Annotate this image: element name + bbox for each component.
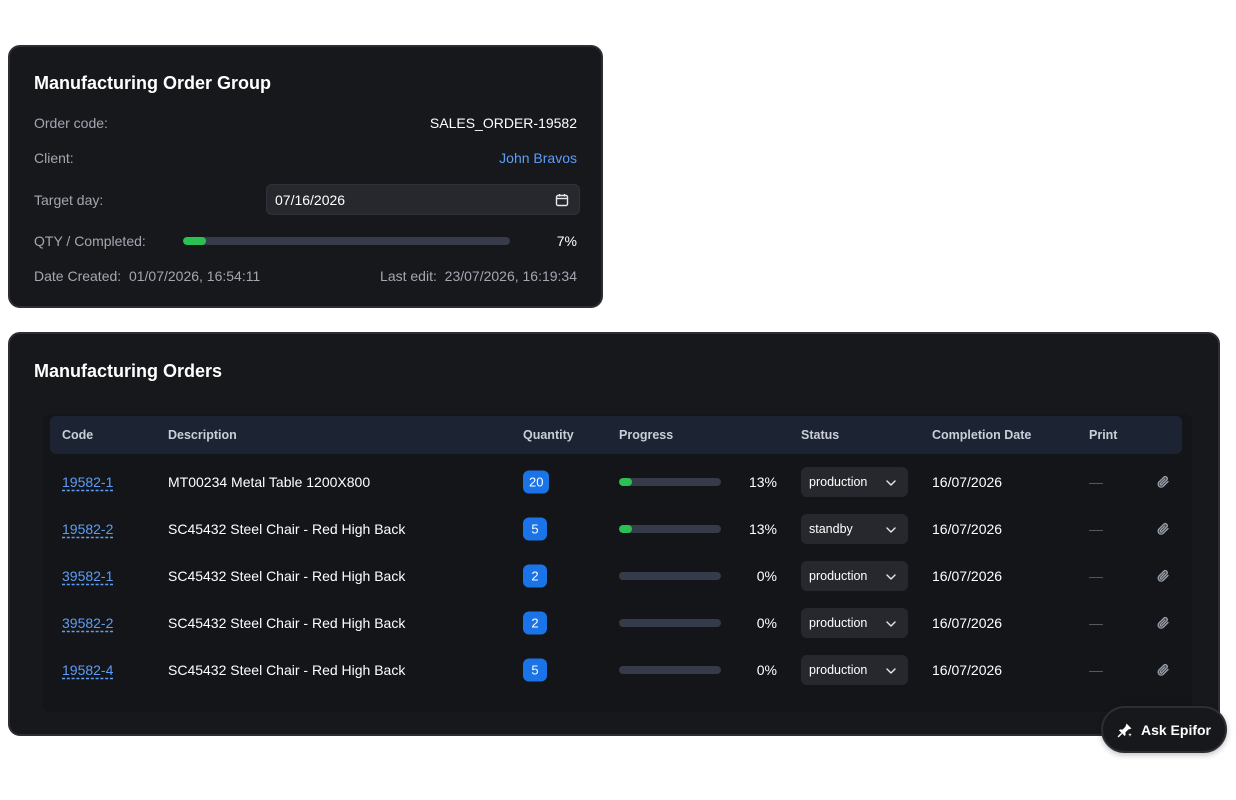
print-value: — — [1089, 615, 1103, 632]
column-header-status[interactable]: Status — [801, 428, 839, 442]
status-value: production — [809, 616, 868, 631]
chevron-down-icon — [886, 569, 896, 583]
order-progress-fill — [619, 524, 633, 533]
client-label: Client: — [34, 150, 74, 166]
order-code-link[interactable]: 19582-4 — [62, 662, 113, 678]
print-value: — — [1089, 567, 1103, 584]
client-link[interactable]: John Bravos — [499, 150, 577, 166]
target-day-value: 07/16/2026 — [275, 191, 346, 208]
order-progress-bar — [619, 619, 721, 628]
table-row: 39582-1 SC45432 Steel Chair - Red High B… — [42, 552, 1192, 599]
last-edit-value: 23/07/2026, 16:19:34 — [444, 268, 577, 284]
status-select[interactable]: production — [801, 608, 908, 639]
group-progress-bar — [183, 237, 510, 245]
order-code-label: Order code: — [34, 115, 108, 131]
order-progress-bar — [619, 666, 721, 675]
paperclip-icon[interactable] — [1156, 568, 1170, 583]
order-description: SC45432 Steel Chair - Red High Back — [168, 520, 406, 537]
sparkle-pin-icon — [1117, 722, 1133, 738]
table-header: Code Description Quantity Progress Statu… — [50, 416, 1182, 454]
quantity-badge: 2 — [523, 611, 547, 635]
completion-date: 16/07/2026 — [932, 567, 1003, 584]
table-row: 39582-2 SC45432 Steel Chair - Red High B… — [42, 600, 1192, 647]
last-edit-label: Last edit: — [380, 268, 437, 284]
ask-epifor-button[interactable]: Ask Epifor — [1101, 706, 1227, 753]
orders-table: Code Description Quantity Progress Statu… — [42, 414, 1192, 712]
table-row: 19582-1 MT00234 Metal Table 1200X800 20 … — [42, 458, 1192, 505]
orders-title: Manufacturing Orders — [34, 361, 223, 381]
order-code-link[interactable]: 19582-2 — [62, 521, 113, 537]
order-description: MT00234 Metal Table 1200X800 — [168, 473, 371, 490]
manufacturing-orders-card: Manufacturing Orders Code Description Qu… — [8, 332, 1220, 736]
completion-date: 16/07/2026 — [932, 473, 1003, 490]
order-progress-text: 13% — [748, 473, 777, 490]
table-row: 19582-4 SC45432 Steel Chair - Red High B… — [42, 647, 1192, 694]
order-progress-text: 0% — [756, 615, 777, 632]
calendar-icon[interactable] — [555, 193, 569, 207]
paperclip-icon[interactable] — [1156, 474, 1170, 489]
order-description: SC45432 Steel Chair - Red High Back — [168, 567, 406, 584]
order-code-value: SALES_ORDER-19582 — [429, 115, 577, 131]
completion-date: 16/07/2026 — [932, 662, 1003, 679]
order-code-link[interactable]: 19582-1 — [62, 474, 113, 490]
order-progress-bar — [619, 477, 721, 486]
column-header-progress[interactable]: Progress — [619, 428, 673, 442]
order-progress-fill — [619, 477, 633, 486]
qty-completed-label: QTY / Completed: — [34, 233, 146, 249]
quantity-badge: 20 — [523, 470, 550, 493]
column-header-code[interactable]: Code — [62, 428, 93, 442]
column-header-print[interactable]: Print — [1089, 428, 1117, 442]
print-value: — — [1089, 520, 1103, 537]
chevron-down-icon — [886, 475, 896, 489]
status-select[interactable]: production — [801, 560, 908, 591]
column-header-quantity[interactable]: Quantity — [523, 428, 574, 442]
chevron-down-icon — [886, 663, 896, 677]
date-created: Date Created: 01/07/2026, 16:54:11 — [34, 268, 260, 284]
status-value: production — [809, 663, 868, 678]
order-code-link[interactable]: 39582-1 — [62, 568, 113, 584]
print-value: — — [1089, 473, 1103, 490]
order-description: SC45432 Steel Chair - Red High Back — [168, 662, 406, 679]
table-row: 19582-2 SC45432 Steel Chair - Red High B… — [42, 505, 1192, 552]
target-day-input[interactable]: 07/16/2026 — [266, 184, 580, 215]
paperclip-icon[interactable] — [1156, 616, 1170, 631]
status-select[interactable]: production — [801, 466, 908, 497]
paperclip-icon[interactable] — [1156, 521, 1170, 536]
ask-epifor-label: Ask Epifor — [1140, 721, 1211, 738]
date-created-label: Date Created: — [34, 268, 122, 284]
status-value: production — [809, 474, 868, 489]
group-progress-text: 7% — [556, 233, 577, 249]
status-value: standby — [809, 521, 853, 536]
quantity-badge: 2 — [523, 564, 547, 588]
order-code-link[interactable]: 39582-2 — [62, 615, 113, 631]
group-progress-fill — [183, 237, 206, 245]
date-created-value: 01/07/2026, 16:54:11 — [128, 268, 261, 284]
order-group-card: Manufacturing Order Group Order code: SA… — [8, 45, 603, 308]
completion-date: 16/07/2026 — [932, 615, 1003, 632]
target-day-label: Target day: — [34, 192, 104, 208]
group-title: Manufacturing Order Group — [34, 73, 272, 93]
chevron-down-icon — [886, 522, 896, 536]
quantity-badge: 5 — [523, 517, 547, 541]
order-description: SC45432 Steel Chair - Red High Back — [168, 615, 406, 632]
chevron-down-icon — [886, 616, 896, 630]
last-edit: Last edit: 23/07/2026, 16:19:34 — [380, 268, 577, 284]
order-progress-text: 0% — [756, 662, 777, 679]
paperclip-icon[interactable] — [1156, 663, 1170, 678]
order-progress-text: 0% — [756, 567, 777, 584]
quantity-badge: 5 — [523, 658, 547, 682]
order-progress-bar — [619, 571, 721, 580]
order-progress-text: 13% — [748, 520, 777, 537]
completion-date: 16/07/2026 — [932, 520, 1003, 537]
status-select[interactable]: standby — [801, 513, 908, 544]
status-select[interactable]: production — [801, 655, 908, 686]
status-value: production — [809, 568, 868, 583]
column-header-description[interactable]: Description — [168, 428, 237, 442]
column-header-completion-date[interactable]: Completion Date — [932, 428, 1031, 442]
print-value: — — [1089, 662, 1103, 679]
order-progress-bar — [619, 524, 721, 533]
